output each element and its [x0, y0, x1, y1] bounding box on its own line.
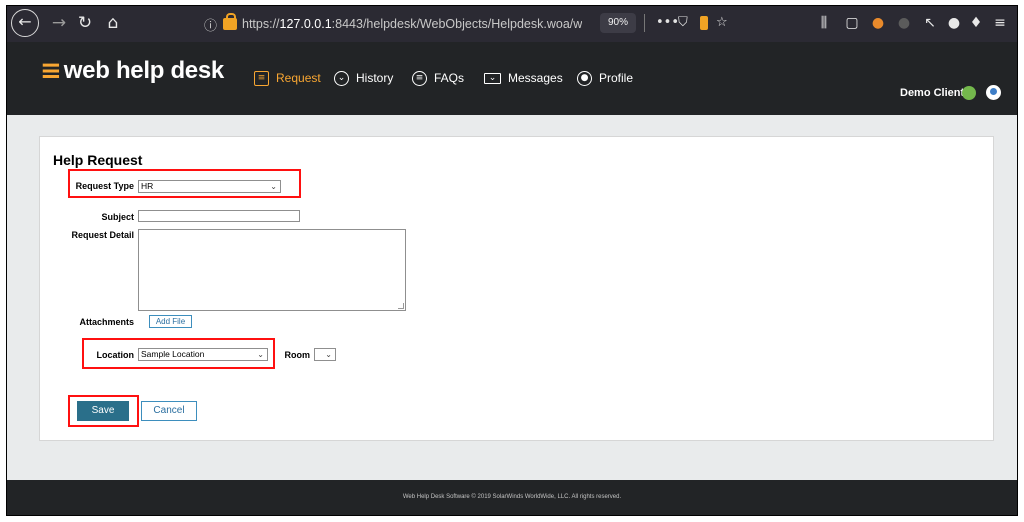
resize-handle-icon[interactable]: [398, 303, 404, 309]
user-profile-icon[interactable]: [986, 85, 1001, 100]
location-select[interactable]: Sample Location ⌄: [138, 348, 268, 361]
mail-icon: ⌄: [484, 72, 501, 84]
app-header: ≡ web help desk ≡ Request ⌄ History ≡ FA…: [7, 42, 1017, 115]
logo-mark-icon: ≡: [40, 56, 62, 86]
home-button[interactable]: ⌂: [99, 9, 127, 37]
history-icon: ⌄: [334, 70, 349, 86]
extension-icon[interactable]: [700, 16, 708, 30]
attachments-label: Attachments: [79, 317, 134, 327]
request-type-select[interactable]: HR ⌄: [138, 180, 281, 193]
bookmark-star-icon[interactable]: ☆: [716, 11, 728, 35]
url-bar[interactable]: ⓘ https://127.0.0.1:8443/helpdesk/WebObj…: [204, 11, 734, 37]
disabled-extension-icon[interactable]: ●: [893, 12, 915, 34]
browser-toolbar: ← → ↻ ⌂ ⓘ https://127.0.0.1:8443/helpdes…: [7, 6, 1017, 42]
back-button[interactable]: ←: [11, 9, 39, 37]
room-select[interactable]: ⌄: [314, 348, 336, 361]
chevron-down-icon: ⌄: [325, 350, 332, 359]
pocket-icon[interactable]: ⛉: [678, 11, 688, 35]
nav-messages[interactable]: ⌄ Messages: [484, 68, 563, 88]
subject-input[interactable]: [138, 210, 300, 222]
page-title: Help Request: [53, 152, 143, 168]
user-name[interactable]: Demo Client: [900, 87, 964, 99]
room-label: Room: [284, 350, 311, 360]
nav-faqs[interactable]: ≡ FAQs: [412, 68, 464, 88]
status-online-icon[interactable]: [962, 86, 976, 100]
insecure-lock-icon[interactable]: [223, 13, 237, 30]
chevron-down-icon: ⌄: [257, 350, 264, 359]
footer: Web Help Desk Software © 2019 SolarWinds…: [7, 480, 1017, 515]
sidebar-icon[interactable]: ▢: [841, 12, 863, 34]
info-icon[interactable]: ⓘ: [204, 15, 220, 34]
save-button[interactable]: Save: [77, 401, 129, 421]
subject-label: Subject: [101, 212, 134, 222]
web-help-desk-logo[interactable]: ≡ web help desk: [40, 56, 224, 86]
account-icon[interactable]: ●: [943, 12, 965, 34]
faq-icon: ≡: [412, 70, 427, 86]
pointer-icon[interactable]: ↖: [919, 12, 941, 34]
nav-request[interactable]: ≡ Request: [254, 68, 321, 88]
cancel-button[interactable]: Cancel: [141, 401, 197, 421]
location-label: Location: [96, 350, 135, 360]
zoom-level-button[interactable]: 90%: [600, 13, 636, 33]
screenshot-frame: ← → ↻ ⌂ ⓘ https://127.0.0.1:8443/helpdes…: [6, 5, 1018, 516]
copyright-text: Web Help Desk Software © 2019 SolarWinds…: [402, 494, 622, 500]
request-detail-textarea[interactable]: [138, 229, 406, 311]
addon-icon[interactable]: ♦: [965, 12, 987, 34]
nav-profile[interactable]: ● Profile: [577, 68, 633, 88]
forward-button[interactable]: →: [45, 9, 73, 37]
firefox-addon-icon[interactable]: ●: [867, 12, 889, 34]
library-icon[interactable]: ⫼: [813, 12, 835, 34]
url-divider: [644, 14, 645, 32]
url-text[interactable]: https://127.0.0.1:8443/helpdesk/WebObjec…: [242, 17, 582, 31]
menu-icon[interactable]: ≡: [989, 12, 1011, 34]
add-file-button[interactable]: Add File: [149, 315, 192, 328]
request-type-label: Request Type: [75, 181, 134, 191]
reload-button[interactable]: ↻: [71, 9, 99, 37]
request-detail-label: Request Detail: [71, 230, 134, 240]
page-actions-icon[interactable]: •••: [656, 11, 679, 35]
help-request-form: Help Request Request Type HR ⌄ Subject R…: [39, 136, 994, 441]
chevron-down-icon: ⌄: [270, 182, 277, 191]
list-icon: ≡: [254, 70, 269, 86]
profile-icon: ●: [577, 70, 592, 86]
nav-history[interactable]: ⌄ History: [334, 68, 393, 88]
